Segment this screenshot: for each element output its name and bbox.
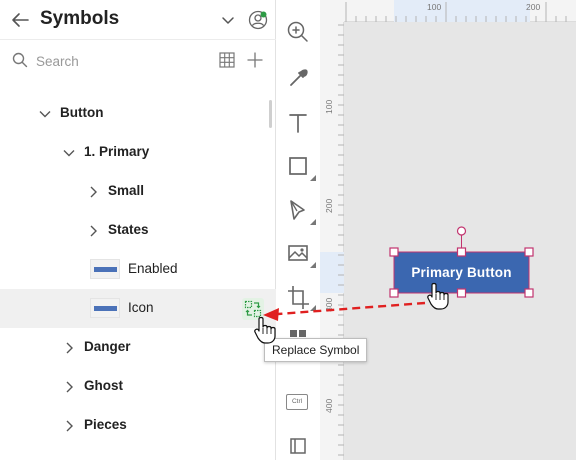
- tree-item-label: Pieces: [84, 417, 127, 432]
- panel-header: Symbols: [0, 0, 276, 40]
- search-input[interactable]: [36, 50, 196, 72]
- tree-item-pieces[interactable]: Pieces: [0, 406, 276, 445]
- tree-item-danger[interactable]: Danger: [0, 328, 276, 367]
- panel-scrollbar[interactable]: [269, 100, 272, 128]
- tree-item-label: States: [108, 222, 149, 237]
- library-dropdown-button[interactable]: [220, 12, 236, 28]
- search-row: [0, 42, 276, 80]
- tree-item-small[interactable]: Small: [0, 172, 276, 211]
- resize-handle[interactable]: [456, 288, 467, 298]
- sidebar-icon: [290, 438, 306, 454]
- panel-title: Symbols: [40, 8, 120, 29]
- arrow-left-icon: [12, 13, 29, 27]
- shared-library-avatar[interactable]: [248, 10, 268, 30]
- submenu-indicator-icon: [310, 175, 316, 181]
- submenu-indicator-icon: [310, 305, 316, 311]
- zoom-in-icon: [287, 21, 308, 42]
- image-tool-button[interactable]: [284, 239, 312, 267]
- rectangle-icon: [289, 157, 307, 175]
- ruler-label: 100: [324, 100, 334, 114]
- pen-icon: [290, 200, 305, 220]
- symbol-item-icon[interactable]: Icon: [0, 289, 276, 328]
- tree-item-label: Danger: [84, 339, 131, 354]
- tree-item-button[interactable]: Button: [0, 94, 276, 133]
- pen-tool-button[interactable]: [284, 196, 312, 224]
- tree-item-label: Button: [60, 105, 104, 120]
- ruler-label: 300: [324, 298, 334, 312]
- keyboard-shortcuts-button[interactable]: Ctrl: [286, 394, 308, 410]
- symbol-item-label: Enabled: [128, 261, 178, 276]
- rotate-handle[interactable]: [456, 226, 467, 236]
- resize-handle[interactable]: [389, 288, 399, 298]
- tree-item-label: Small: [108, 183, 145, 198]
- grid-icon: [219, 52, 235, 68]
- chevron-right-icon: [66, 420, 73, 432]
- replace-symbol-tooltip: Replace Symbol: [264, 338, 368, 362]
- chevron-down-icon: [39, 111, 51, 118]
- tool-bar: Ctrl: [276, 0, 320, 460]
- resize-handle[interactable]: [456, 247, 467, 257]
- tree-item-states[interactable]: States: [0, 211, 276, 250]
- chevron-down-icon: [222, 17, 234, 24]
- submenu-indicator-icon: [310, 219, 316, 225]
- panel-toggle-button[interactable]: [284, 432, 312, 460]
- symbol-thumbnail: [90, 259, 120, 279]
- artboard-icon: [288, 286, 309, 309]
- tree-item-ghost[interactable]: Ghost: [0, 367, 276, 406]
- user-avatar-icon: [248, 10, 268, 30]
- submenu-indicator-icon: [310, 262, 316, 268]
- resize-handle[interactable]: [389, 247, 399, 257]
- chevron-right-icon: [90, 225, 97, 237]
- replace-symbol-button[interactable]: [242, 298, 264, 320]
- rectangle-tool-button[interactable]: [284, 152, 312, 180]
- back-button[interactable]: [8, 8, 32, 32]
- plus-icon: [247, 52, 263, 68]
- ruler-label: 100: [427, 2, 441, 12]
- artboard-tool-button[interactable]: [284, 282, 312, 310]
- chevron-right-icon: [66, 342, 73, 354]
- tree-item-label: Ghost: [84, 378, 123, 393]
- ruler-label: 200: [324, 199, 334, 213]
- resize-handle[interactable]: [524, 247, 534, 257]
- eyedropper-icon: [290, 69, 308, 86]
- resize-handle[interactable]: [524, 288, 534, 298]
- ruler-label: 400: [324, 399, 334, 413]
- symbols-panel: Symbols Search Button 1. Primary Small S…: [0, 0, 276, 460]
- search-icon: [12, 52, 28, 68]
- eyedropper-tool-button[interactable]: [284, 64, 312, 92]
- symbol-item-label: Icon: [128, 300, 154, 315]
- symbol-thumbnail: [90, 298, 120, 318]
- chevron-right-icon: [90, 186, 97, 198]
- text-icon: [289, 114, 307, 133]
- image-icon: [288, 245, 308, 261]
- tree-item-label: 1. Primary: [84, 144, 150, 159]
- tree-item-primary[interactable]: 1. Primary: [0, 133, 276, 172]
- replace-icon: [244, 300, 262, 318]
- chevron-right-icon: [66, 381, 73, 393]
- zoom-tool-button[interactable]: [284, 18, 312, 46]
- chevron-down-icon: [63, 150, 75, 157]
- grid-view-button[interactable]: [218, 51, 236, 69]
- add-symbol-button[interactable]: [246, 51, 264, 69]
- selection-handles: [389, 226, 534, 298]
- text-tool-button[interactable]: [284, 109, 312, 137]
- ruler-label: 200: [526, 2, 540, 12]
- symbol-item-enabled[interactable]: Enabled: [0, 250, 276, 289]
